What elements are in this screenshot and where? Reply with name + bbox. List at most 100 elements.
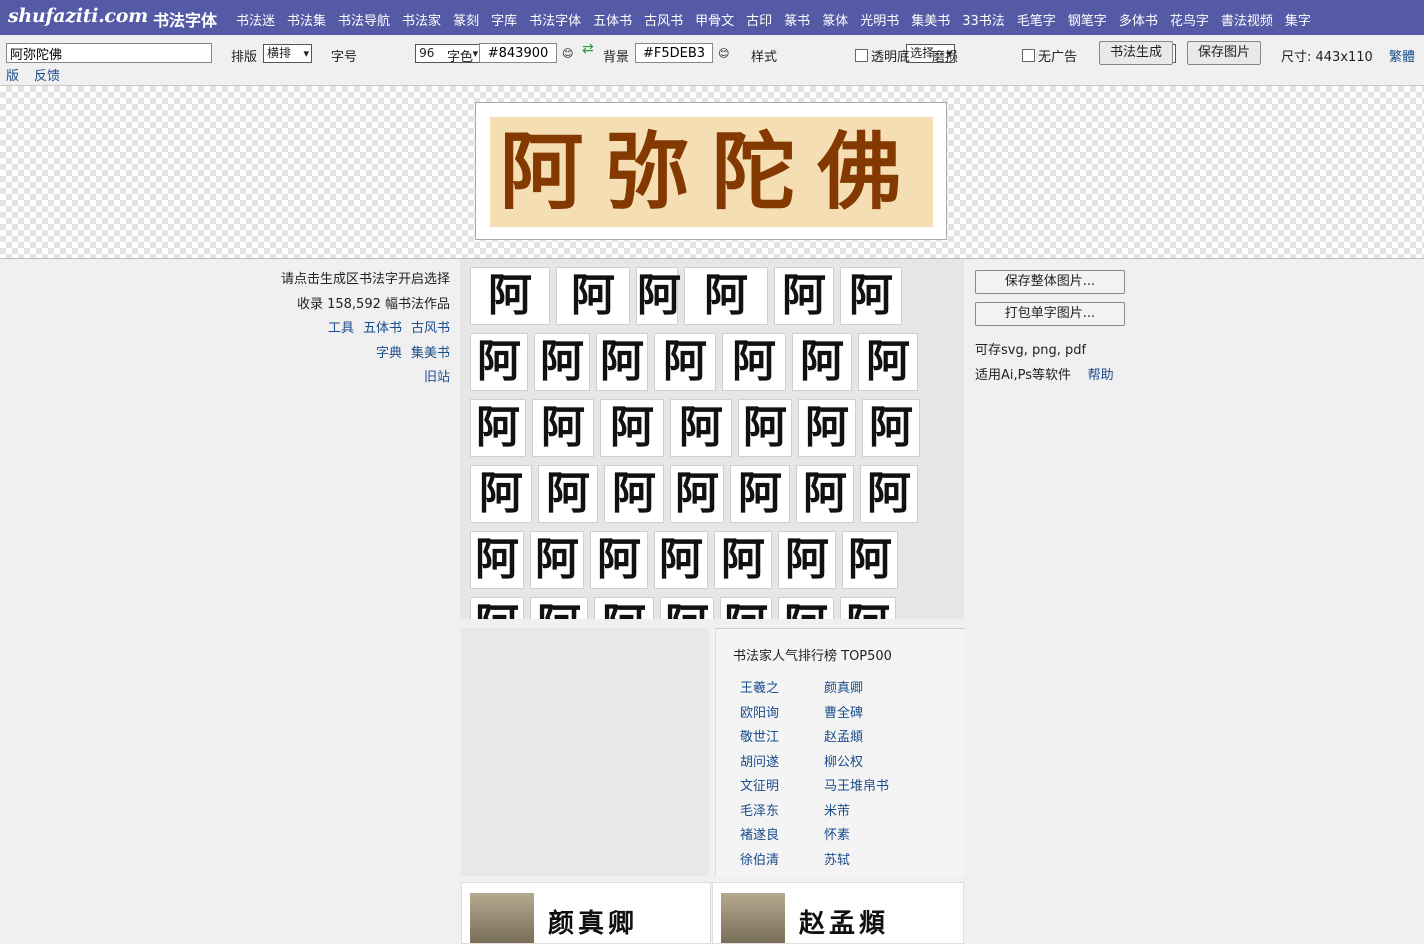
glyph-cell[interactable]: 阿 [842,531,898,589]
ranking-link[interactable]: 曹全碑 [824,702,863,721]
glyph-cell[interactable]: 阿 [684,267,768,325]
ranking-link[interactable]: 徐伯清 [740,849,779,868]
info-link[interactable]: 工具 [328,321,354,336]
glyph-cell[interactable]: 阿 [722,333,786,391]
nav-link[interactable]: 多体书 [1119,14,1158,29]
save-all-button[interactable]: 保存整体图片... [975,270,1125,294]
glyph-cell[interactable]: 阿 [594,597,654,619]
nav-link[interactable]: 书法字体 [529,14,581,29]
glyph-cell[interactable]: 阿 [470,267,550,325]
info-link[interactable]: 集美书 [411,346,450,361]
glyph-cell[interactable]: 阿 [534,333,590,391]
nav-link[interactable]: 書法视频 [1221,14,1273,29]
nav-link[interactable]: 字库 [491,14,517,29]
generate-button[interactable]: 书法生成 [1099,41,1174,65]
glyph-cell[interactable]: 阿 [590,531,648,589]
nav-link[interactable]: 篆刻 [453,14,479,29]
traditional-link[interactable]: 繁體 [1389,46,1415,65]
glyph-cell[interactable]: 阿 [556,267,630,325]
ranking-link[interactable]: 褚遂良 [740,824,779,843]
calligraphy-preview[interactable]: 阿弥陀佛 [490,117,933,227]
glyph-cell[interactable]: 阿 [840,267,902,325]
bg-color-input[interactable] [635,43,713,63]
glyph-cell[interactable]: 阿 [530,597,588,619]
glyph-cell[interactable]: 阿 [840,597,896,619]
glyph-cell[interactable]: 阿 [798,399,856,457]
glyph-cell[interactable]: 阿 [470,465,532,523]
calligrapher-card[interactable]: 颜真卿 [461,882,711,944]
nav-link[interactable]: 书法导航 [338,14,390,29]
ranking-link[interactable]: 颜真卿 [824,677,863,696]
nav-link[interactable]: 花鸟字 [1170,14,1209,29]
info-link[interactable]: 旧站 [424,370,450,385]
info-link[interactable]: 字典 [376,346,402,361]
nav-link[interactable]: 古印 [746,14,772,29]
glyph-cell[interactable]: 阿 [774,267,834,325]
nav-link[interactable]: 光明书 [860,14,899,29]
glyph-cell[interactable]: 阿 [636,267,681,325]
glyph-cell[interactable]: 阿 [600,399,664,457]
glyph-cell[interactable]: 阿 [604,465,664,523]
nav-link[interactable]: 五体书 [593,14,632,29]
nav-link[interactable]: 书法迷 [236,14,275,29]
glyph-cell[interactable]: 阿 [654,333,716,391]
glyph-cell[interactable]: 阿 [720,597,772,619]
info-link[interactable]: 五体书 [363,321,402,336]
ranking-link[interactable]: 赵孟頫 [824,726,863,745]
glyph-cell[interactable]: 阿 [530,531,584,589]
glyph-cell[interactable]: 阿 [860,465,918,523]
ranking-link[interactable]: 马王堆帛书 [824,775,889,794]
swap-colors-icon[interactable]: ⇄ [582,41,594,57]
ranking-link[interactable]: 米芾 [824,800,850,819]
ranking-link[interactable]: 王羲之 [740,677,779,696]
bg-picker-icon[interactable]: 😊 [718,47,729,60]
nav-link[interactable]: 33书法 [962,14,1005,29]
transparent-option[interactable]: 透明底 [855,46,910,65]
ranking-link[interactable]: 苏轼 [824,849,850,868]
ranking-link[interactable]: 董其昌 [824,873,863,877]
nav-link[interactable]: 篆体 [822,14,848,29]
nav-link[interactable]: 书法家 [402,14,441,29]
nav-link[interactable]: 钢笔字 [1068,14,1107,29]
glyph-cell[interactable]: 阿 [670,399,732,457]
nav-link[interactable]: 古风书 [644,14,683,29]
glyph-cell[interactable]: 阿 [778,531,836,589]
glyph-cell[interactable]: 阿 [654,531,708,589]
site-logo-cn[interactable]: 书法字体 [153,7,217,31]
version-link[interactable]: 版 [6,65,19,84]
glyph-cell[interactable]: 阿 [670,465,724,523]
glyph-cell[interactable]: 阿 [470,399,526,457]
glyph-cell[interactable]: 阿 [796,465,854,523]
nav-link[interactable]: 书法集 [287,14,326,29]
ranking-link[interactable]: 欧阳询 [740,702,779,721]
ranking-link[interactable]: 文征明 [740,775,779,794]
pack-button[interactable]: 打包单字图片... [975,302,1125,326]
ranking-link[interactable]: 胡问遂 [740,751,779,770]
ranking-link[interactable]: 敬世江 [740,726,779,745]
noad-checkbox[interactable] [1022,49,1035,62]
glyph-cell[interactable]: 阿 [470,333,528,391]
info-link[interactable]: 古风书 [411,321,450,336]
help-link[interactable]: 帮助 [1088,368,1114,383]
glyph-cell[interactable]: 阿 [470,597,524,619]
calligrapher-card[interactable]: 赵孟頫 [712,882,964,944]
color-input[interactable] [479,43,557,63]
ranking-link[interactable]: 孙过庭 [740,873,779,877]
nav-link[interactable]: 集美书 [911,14,950,29]
layout-select[interactable]: 横排 [263,44,312,63]
glyph-cell[interactable]: 阿 [730,465,790,523]
site-logo[interactable]: shufaziti.com [8,5,148,27]
glyph-cell[interactable]: 阿 [778,597,834,619]
color-picker-icon[interactable]: 😊 [562,47,573,60]
feedback-link[interactable]: 反馈 [34,65,60,84]
glyph-cell[interactable]: 阿 [862,399,920,457]
save-image-button[interactable]: 保存图片 [1187,41,1262,65]
glyph-cell[interactable]: 阿 [470,531,524,589]
ranking-link[interactable]: 怀素 [824,824,850,843]
ranking-link[interactable]: 毛泽东 [740,800,779,819]
glyph-cell[interactable]: 阿 [714,531,772,589]
glyph-cell[interactable]: 阿 [738,399,792,457]
ranking-link[interactable]: 柳公权 [824,751,863,770]
nav-link[interactable]: 篆书 [784,14,810,29]
nav-link[interactable]: 甲骨文 [695,14,734,29]
